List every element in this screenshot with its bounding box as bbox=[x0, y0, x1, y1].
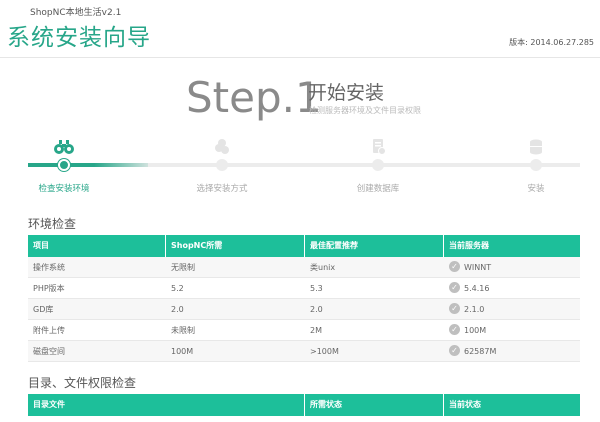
cell-current-value: WINNT bbox=[464, 263, 492, 272]
cell-item: GD库 bbox=[33, 305, 54, 314]
check-icon: ✓ bbox=[449, 282, 460, 293]
cell-recommended: 2.0 bbox=[310, 305, 323, 314]
version-label: 版本: 2014.06.27.285 bbox=[509, 38, 594, 47]
binoculars-icon bbox=[54, 140, 74, 154]
check-icon: ✓ bbox=[449, 324, 460, 335]
table-row: 附件上传 未限制 2M ✓ 100M bbox=[28, 320, 580, 341]
cell-current: ✓ WINNT bbox=[444, 257, 580, 277]
env-section-title: 环境检查 bbox=[28, 217, 77, 231]
cell-item: 磁盘空间 bbox=[33, 347, 65, 356]
cell-current-value: 100M bbox=[464, 326, 487, 335]
step-dot-1 bbox=[58, 159, 70, 171]
step-dot-4 bbox=[530, 159, 542, 171]
cell-required: 100M bbox=[171, 347, 194, 356]
cell-item: 操作系统 bbox=[33, 263, 65, 272]
install-icon bbox=[530, 139, 542, 155]
env-table: 项目 ShopNC所需 最佳配置推荐 当前服务器 操作系统 无限制 类unix … bbox=[28, 235, 580, 362]
dir-section-title: 目录、文件权限检查 bbox=[28, 376, 137, 390]
env-table-header: 项目 ShopNC所需 最佳配置推荐 当前服务器 bbox=[28, 235, 580, 257]
cell-recommended: >100M bbox=[310, 347, 339, 356]
column-header: ShopNC所需 bbox=[166, 235, 305, 257]
cell-current-value: 5.4.16 bbox=[464, 284, 490, 293]
dir-table-header: 目录文件 所需状态 当前状态 bbox=[28, 394, 580, 416]
step-label-3: 创建数据库 bbox=[356, 184, 400, 194]
step-number: Step.1 bbox=[186, 73, 322, 122]
cell-current-value: 2.1.0 bbox=[464, 305, 485, 314]
cell-current-value: 62587M bbox=[464, 347, 497, 356]
check-icon: ✓ bbox=[449, 345, 460, 356]
step-dot-3 bbox=[372, 159, 384, 171]
step-dot-2 bbox=[216, 159, 228, 171]
cell-recommended: 类unix bbox=[310, 263, 336, 272]
step-label-4: 安装 bbox=[527, 184, 545, 194]
step-label-2: 选择安装方式 bbox=[196, 184, 248, 194]
stack-icon bbox=[215, 139, 229, 154]
check-icon: ✓ bbox=[449, 303, 460, 314]
step-label-1: 检查安装环境 bbox=[38, 184, 90, 194]
cell-item: PHP版本 bbox=[33, 284, 65, 293]
cell-item: 附件上传 bbox=[33, 326, 65, 335]
step-description: 检测服务器环境及文件目录权限 bbox=[309, 106, 421, 115]
cell-current: ✓ 62587M bbox=[444, 341, 580, 361]
cell-required: 无限制 bbox=[171, 263, 195, 272]
database-icon bbox=[373, 139, 386, 155]
cell-required: 5.2 bbox=[171, 284, 184, 293]
cell-required: 2.0 bbox=[171, 305, 184, 314]
column-header: 目录文件 bbox=[28, 394, 305, 416]
page-title: 系统安装向导 bbox=[7, 25, 151, 51]
page-header: ShopNC本地生活v2.1 系统安装向导 版本: 2014.06.27.285 bbox=[0, 0, 600, 58]
column-header: 当前状态 bbox=[449, 400, 481, 409]
column-header: 当前服务器 bbox=[449, 241, 489, 250]
step-name: 开始安装 bbox=[308, 82, 385, 104]
cell-current: ✓ 100M bbox=[444, 320, 580, 340]
cell-current: ✓ 2.1.0 bbox=[444, 299, 580, 319]
column-header: 最佳配置推荐 bbox=[305, 235, 444, 257]
product-name: ShopNC本地生活v2.1 bbox=[30, 8, 122, 18]
table-row: GD库 2.0 2.0 ✓ 2.1.0 bbox=[28, 299, 580, 320]
cell-required: 未限制 bbox=[171, 326, 195, 335]
progress-fill bbox=[28, 163, 148, 167]
table-row: 磁盘空间 100M >100M ✓ 62587M bbox=[28, 341, 580, 362]
check-icon: ✓ bbox=[449, 261, 460, 272]
cell-current: ✓ 5.4.16 bbox=[444, 278, 580, 298]
table-row: PHP版本 5.2 5.3 ✓ 5.4.16 bbox=[28, 278, 580, 299]
cell-recommended: 2M bbox=[310, 326, 322, 335]
column-header: 所需状态 bbox=[305, 394, 444, 416]
cell-recommended: 5.3 bbox=[310, 284, 323, 293]
dir-table: 目录文件 所需状态 当前状态 bbox=[28, 394, 580, 416]
table-row: 操作系统 无限制 类unix ✓ WINNT bbox=[28, 257, 580, 278]
column-header: 项目 bbox=[28, 235, 166, 257]
